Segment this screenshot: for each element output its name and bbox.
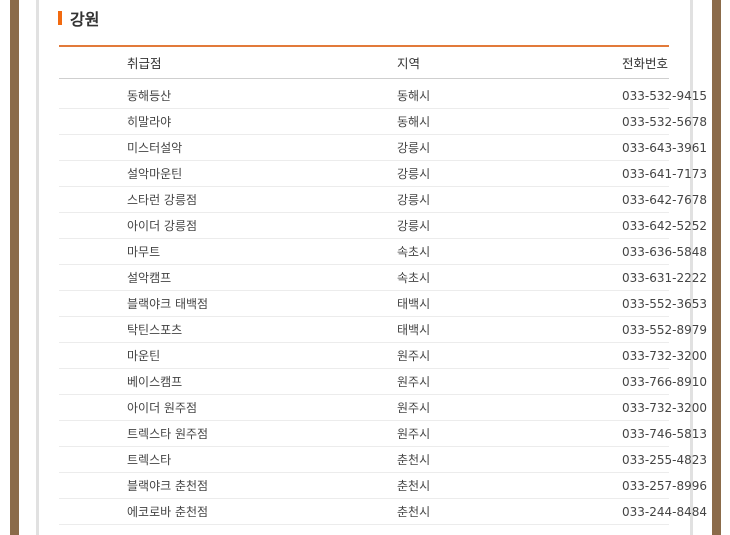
cell-store: 에코로바 춘천점 xyxy=(59,498,397,525)
cell-phone: 033-746-5813 xyxy=(622,420,707,447)
cell-store: 히말라야 xyxy=(59,108,397,135)
cell-store: 트렉스타 원주점 xyxy=(59,420,397,447)
cell-store: 미스터설악 xyxy=(59,134,397,161)
cell-phone: 033-643-3961 xyxy=(622,134,707,161)
cell-phone: 033-532-5678 xyxy=(622,108,707,135)
cell-store: 탁틴스포츠 xyxy=(59,316,397,343)
table-row: 트렉스타 춘천시 033-255-4823 xyxy=(59,446,707,473)
cell-region: 춘천시 xyxy=(397,472,622,499)
heading-accent-bar xyxy=(58,11,62,25)
table-row: 설악마운틴 강릉시 033-641-7173 xyxy=(59,160,707,187)
cell-region: 강릉시 xyxy=(397,212,622,239)
table-row: 마무트 속초시 033-636-5848 xyxy=(59,238,707,265)
cell-phone: 033-255-4823 xyxy=(622,446,707,473)
table-row: 아이더 강릉점 강릉시 033-642-5252 xyxy=(59,212,707,239)
table-row: 아이더 원주점 원주시 033-732-3200 xyxy=(59,394,707,421)
cell-region: 동해시 xyxy=(397,108,622,135)
table-row: 트렉스타 원주점 원주시 033-746-5813 xyxy=(59,420,707,447)
cell-store: 설악캠프 xyxy=(59,264,397,291)
cell-store: 마운틴 xyxy=(59,342,397,369)
cell-store: 블랙야크 태백점 xyxy=(59,290,397,317)
section-title: 강원 xyxy=(70,10,100,29)
cell-region: 원주시 xyxy=(397,368,622,395)
table-row: 블랙야크 춘천점 춘천시 033-257-8996 xyxy=(59,472,707,499)
cell-region: 강릉시 xyxy=(397,160,622,187)
cell-region: 태백시 xyxy=(397,316,622,343)
cell-region: 원주시 xyxy=(397,420,622,447)
cell-store: 스타런 강릉점 xyxy=(59,186,397,213)
cell-phone: 033-552-8979 xyxy=(622,316,707,343)
table-row: 미스터설악 강릉시 033-643-3961 xyxy=(59,134,707,161)
table-row: 동해등산 동해시 033-532-9415 xyxy=(59,83,707,109)
cell-phone: 033-552-3653 xyxy=(622,290,707,317)
cell-store: 블랙야크 춘천점 xyxy=(59,472,397,499)
cell-phone: 033-631-2222 xyxy=(622,264,707,291)
table-row: 스타런 강릉점 강릉시 033-642-7678 xyxy=(59,186,707,213)
cell-region: 원주시 xyxy=(397,342,622,369)
table-row: 베이스캠프 원주시 033-766-8910 xyxy=(59,368,707,395)
cell-phone: 033-636-5848 xyxy=(622,238,707,265)
table-row: 블랙야크 태백점 태백시 033-552-3653 xyxy=(59,290,707,317)
store-table: 취급점 지역 전화번호 동해등산 동해시 033-532-9415 히말라야 동해시 03… xyxy=(59,45,707,525)
cell-phone: 033-244-8484 xyxy=(622,498,707,525)
cell-phone: 033-532-9415 xyxy=(622,83,707,109)
cell-phone: 033-641-7173 xyxy=(622,160,707,187)
cell-region: 원주시 xyxy=(397,394,622,421)
cell-phone: 033-732-3200 xyxy=(622,342,707,369)
cell-region: 강릉시 xyxy=(397,186,622,213)
cell-region: 동해시 xyxy=(397,83,622,109)
cell-region: 태백시 xyxy=(397,290,622,317)
table-row: 탁틴스포츠 태백시 033-552-8979 xyxy=(59,316,707,343)
cell-phone: 033-732-3200 xyxy=(622,394,707,421)
cell-store: 설악마운틴 xyxy=(59,160,397,187)
cell-region: 춘천시 xyxy=(397,446,622,473)
cell-region: 속초시 xyxy=(397,238,622,265)
table-row: 에코로바 춘천점 춘천시 033-244-8484 xyxy=(59,498,707,525)
cell-region: 춘천시 xyxy=(397,498,622,525)
cell-store: 트렉스타 xyxy=(59,446,397,473)
panel-left-edge xyxy=(36,0,39,535)
table-row: 설악캠프 속초시 033-631-2222 xyxy=(59,264,707,291)
section-heading: 강원 xyxy=(58,6,99,30)
cell-region: 속초시 xyxy=(397,264,622,291)
cell-phone: 033-642-5252 xyxy=(622,212,707,239)
cell-phone: 033-642-7678 xyxy=(622,186,707,213)
cell-store: 베이스캠프 xyxy=(59,368,397,395)
left-frame-border xyxy=(10,0,19,535)
cell-phone: 033-257-8996 xyxy=(622,472,707,499)
cell-store: 동해등산 xyxy=(59,83,397,109)
table-row: 히말라야 동해시 033-532-5678 xyxy=(59,108,707,135)
header-store: 취급점 xyxy=(59,45,397,79)
table-row: 마운틴 원주시 033-732-3200 xyxy=(59,342,707,369)
header-region: 지역 xyxy=(397,45,622,79)
cell-store: 마무트 xyxy=(59,238,397,265)
cell-store: 아이더 강릉점 xyxy=(59,212,397,239)
header-phone: 전화번호 xyxy=(622,45,669,79)
cell-store: 아이더 원주점 xyxy=(59,394,397,421)
table-header-row: 취급점 지역 전화번호 xyxy=(59,45,669,79)
cell-region: 강릉시 xyxy=(397,134,622,161)
right-frame-border xyxy=(712,0,721,535)
cell-phone: 033-766-8910 xyxy=(622,368,707,395)
